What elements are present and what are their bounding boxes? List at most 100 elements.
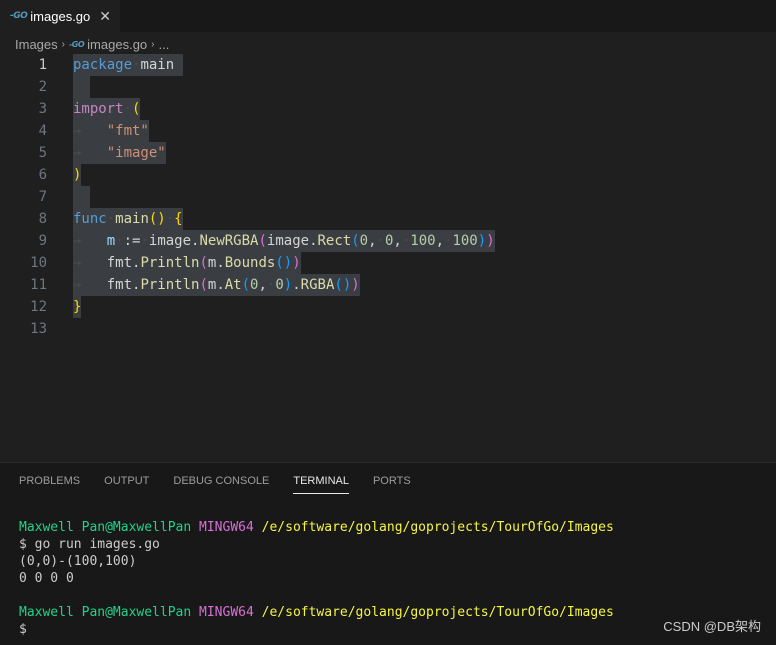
code-line[interactable]: 3 import·( [0,98,776,120]
line-number: 11 [30,277,47,293]
code-token: Println [140,277,200,293]
code-line[interactable]: 13 [0,318,776,340]
code-token: Rect [317,233,352,249]
terminal-text: $ [19,622,27,637]
code-line[interactable]: 1 package·main [0,54,776,76]
code-token: At [224,277,242,293]
breadcrumb-file[interactable]: images.go [87,37,147,52]
whitespace-marker: → [73,145,107,161]
code-token: m. [207,277,225,293]
code-token: 100 [410,233,436,249]
line-number: 13 [30,321,47,337]
code-editor[interactable]: 1 package·main 2 3 import·( 4 → "fmt" 5 → "ima… [0,54,776,462]
code-line[interactable]: 12} [0,296,776,318]
code-line[interactable]: 2 [0,76,776,98]
code-line[interactable]: 9 → m·:=·image.NewRGBA(image.Rect(0,·0,·1… [0,230,776,252]
code-token: () [275,255,293,271]
code-token: ) [283,277,293,293]
breadcrumb-folder[interactable]: Images [15,37,58,52]
code-line[interactable]: 5 → "image" [0,142,776,164]
terminal-output[interactable]: Maxwell Pan@MaxwellPan MINGW64 /e/softwa… [19,519,614,638]
whitespace-marker: → [73,123,107,139]
whitespace-marker [73,79,90,95]
code-token: m. [207,255,225,271]
tab-debug-console[interactable]: DEBUG CONSOLE [173,475,269,494]
whitespace-marker [73,189,90,205]
code-token: () [148,211,166,227]
code-text: → fmt.Println(m.At(0,·0).RGBA()) [73,274,360,296]
terminal-text: (0,0)-(100,100) [19,554,137,569]
panel-tabs: PROBLEMS OUTPUT DEBUG CONSOLE TERMINAL PORTS [19,475,435,494]
code-token: { [174,211,183,227]
code-token: "image" [106,145,166,161]
code-token: main [115,211,149,227]
code-token: RGBA [300,277,335,293]
breadcrumb: Images › -GO images.go › ... [15,34,169,54]
code-text: ) [73,164,82,186]
code-token: ( [132,101,141,117]
code-token: ) [73,167,82,183]
code-text [73,186,90,208]
go-file-icon: -GO [10,11,28,21]
code-text: } [73,296,82,318]
code-token: "fmt" [106,123,149,139]
terminal-line: $ [19,621,614,638]
code-line[interactable]: 8 func·main()·{ [0,208,776,230]
code-token: func [73,211,107,227]
terminal-text: MINGW64 [199,605,254,620]
line-number: 3 [38,101,47,117]
terminal-line: Maxwell Pan@MaxwellPan MINGW64 /e/softwa… [19,519,614,536]
whitespace-marker: · [376,233,385,249]
tab-images-go[interactable]: -GO images.go ✕ [0,0,120,32]
whitespace-marker: · [140,233,149,249]
terminal-line: 0 0 0 0 [19,570,614,587]
code-text: package·main [73,54,183,76]
code-token: . [292,277,301,293]
terminal-text: 0 0 0 0 [19,571,74,586]
terminal-line: (0,0)-(100,100) [19,553,614,570]
whitespace-marker: → [73,233,107,249]
code-line[interactable]: 6) [0,164,776,186]
watermark: CSDN @DB架构 [663,619,761,634]
close-icon[interactable]: ✕ [99,8,111,25]
code-token: image. [148,233,200,249]
whitespace-marker: → [73,255,107,271]
tab-output[interactable]: OUTPUT [104,475,149,494]
tab-ports[interactable]: PORTS [373,475,411,494]
code-token: , [258,277,267,293]
whitespace-marker: · [165,211,175,227]
code-token: Println [140,255,200,271]
code-token: m [106,233,116,249]
code-line[interactable]: 10 → fmt.Println(m.Bounds()) [0,252,776,274]
tab-terminal[interactable]: TERMINAL [293,475,349,494]
code-token: ) [292,255,301,271]
terminal-line: Maxwell Pan@MaxwellPan MINGW64 /e/softwa… [19,604,614,621]
code-text: → fmt.Println(m.Bounds()) [73,252,301,274]
breadcrumb-more[interactable]: ... [159,37,170,52]
code-text [73,76,90,98]
code-token: NewRGBA [199,233,259,249]
line-number: 4 [38,123,47,139]
tab-problems[interactable]: PROBLEMS [19,475,80,494]
whitespace-marker: · [106,211,116,227]
line-number: 5 [38,145,47,161]
code-line[interactable]: 4 → "fmt" [0,120,776,142]
code-text: import·( [73,98,141,120]
line-number: 2 [38,79,47,95]
chevron-right-icon: › [151,38,155,50]
code-line[interactable]: 11 → fmt.Println(m.At(0,·0).RGBA()) [0,274,776,296]
code-token: , [368,233,377,249]
code-text: → "fmt" [73,120,149,142]
editor-tab-bar: -GO images.go ✕ [0,0,776,32]
bottom-panel: PROBLEMS OUTPUT DEBUG CONSOLE TERMINAL PORTS… [0,462,776,645]
code-token: ) [486,233,495,249]
terminal-text: /e/software/golang/goprojects/TourOfGo/I… [261,605,614,620]
code-line[interactable]: 7 [0,186,776,208]
code-text: func·main()·{ [73,208,183,230]
terminal-text: /e/software/golang/goprojects/TourOfGo/I… [261,520,614,535]
whitespace-marker: · [123,101,133,117]
code-token: := [123,233,141,249]
